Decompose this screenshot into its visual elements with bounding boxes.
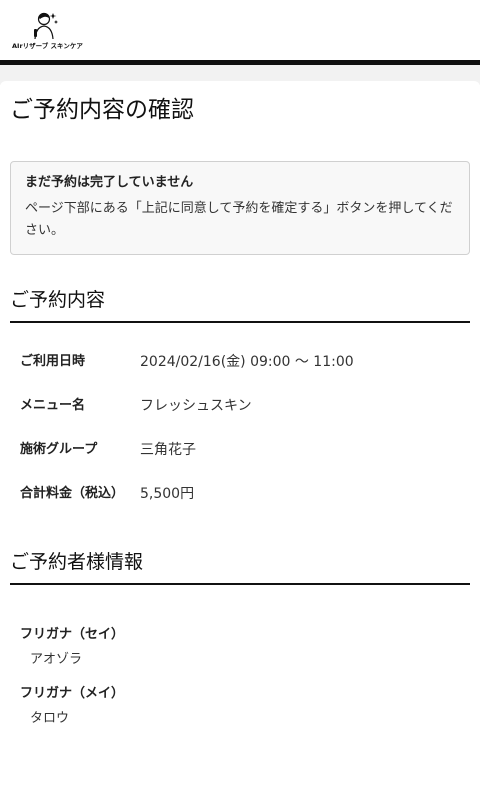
detail-row-datetime: ご利用日時 2024/02/16(金) 09:00 〜 11:00 [20, 351, 460, 373]
customer-section-heading: ご予約者様情報 [10, 549, 470, 585]
reservation-section-heading: ご予約内容 [10, 287, 470, 323]
info-value: アオゾラ [30, 652, 83, 667]
page-title: ご予約内容の確認 [10, 97, 194, 123]
info-item-furigana-mei: フリガナ（メイ） タロウ [20, 684, 460, 729]
detail-value: 5,500円 [140, 486, 195, 502]
detail-label: 合計料金（税込） [20, 486, 125, 501]
info-item-furigana-sei: フリガナ（セイ） アオゾラ [20, 625, 460, 670]
brand-logo-text: AIrリザーブ スキンケア [12, 42, 83, 50]
detail-value: 2024/02/16(金) 09:00 〜 11:00 [140, 354, 354, 370]
detail-value: 三角花子 [140, 442, 196, 458]
confirmation-card: ご予約内容の確認 まだ予約は完了していません ページ下部にある「上記に同意して予… [0, 81, 480, 729]
detail-value: フレッシュスキン [140, 398, 252, 414]
notice-title: まだ予約は完了していません [25, 175, 194, 190]
detail-label: メニュー名 [20, 398, 86, 413]
reservation-details: ご利用日時 2024/02/16(金) 09:00 〜 11:00 メニュー名 … [10, 351, 470, 505]
notice-body: ページ下部にある「上記に同意して予約を確定する」ボタンを押してください。 [25, 201, 453, 238]
info-value: タロウ [30, 711, 70, 726]
detail-row-menu: メニュー名 フレッシュスキン [20, 395, 460, 417]
incomplete-notice: まだ予約は完了していません ページ下部にある「上記に同意して予約を確定する」ボタ… [10, 161, 470, 255]
detail-label: ご利用日時 [20, 354, 86, 369]
info-label: フリガナ（メイ） [20, 686, 125, 701]
brand-logo[interactable]: AIrリザーブ スキンケア [12, 10, 83, 52]
woman-silhouette-icon [34, 12, 58, 40]
site-header: AIrリザーブ スキンケア [0, 0, 480, 65]
detail-label: 施術グループ [20, 442, 98, 457]
detail-row-staff-group: 施術グループ 三角花子 [20, 439, 460, 461]
customer-info: フリガナ（セイ） アオゾラ フリガナ（メイ） タロウ [10, 625, 470, 729]
detail-row-total-price: 合計料金（税込） 5,500円 [20, 483, 460, 505]
info-label: フリガナ（セイ） [20, 627, 125, 642]
